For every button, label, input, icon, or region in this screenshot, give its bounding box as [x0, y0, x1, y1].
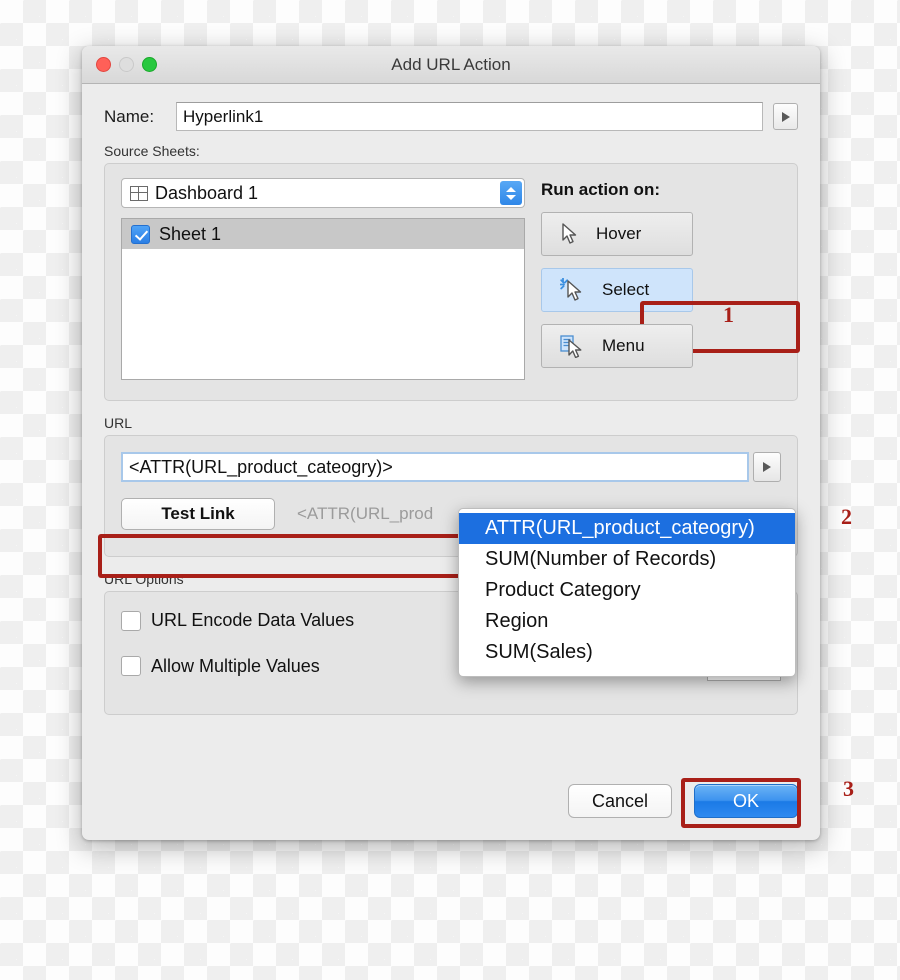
url-preview-text: <ATTR(URL_prod [297, 504, 434, 523]
annotation-number-2: 2 [841, 504, 852, 529]
url-input-row: <ATTR(URL_product_cateogry)> [121, 452, 781, 482]
source-sheets-group: Dashboard 1 Sheet 1 Run action on: Hover… [104, 163, 800, 401]
hover-button[interactable]: Hover [541, 212, 693, 256]
url-group-label: URL [104, 415, 133, 431]
traffic-lights [96, 57, 157, 72]
url-encode-label: URL Encode Data Values [151, 610, 355, 630]
dashboard-select-value: Dashboard 1 [155, 182, 259, 203]
cursor-menu-list-icon [560, 335, 582, 358]
source-sheets-left: Dashboard 1 Sheet 1 [121, 178, 525, 384]
dialog-footer: Cancel OK [568, 784, 798, 818]
menu-button-label: Menu [602, 336, 645, 355]
cursor-arrow-icon [562, 223, 577, 244]
stepper-up-down-icon[interactable] [500, 181, 522, 205]
menu-item[interactable]: SUM(Number of Records) [459, 544, 795, 575]
chevron-up-icon [506, 186, 516, 192]
source-sheets-label: Source Sheets: [104, 143, 200, 159]
allow-multiple-checkbox[interactable] [121, 656, 141, 676]
menu-item[interactable]: ATTR(URL_product_cateogry) [459, 513, 795, 544]
url-field-dropdown-menu[interactable]: ATTR(URL_product_cateogry) SUM(Number of… [458, 508, 796, 677]
menu-item[interactable]: SUM(Sales) [459, 637, 795, 668]
url-encode-checkbox[interactable] [121, 610, 141, 631]
chevron-down-icon [506, 194, 516, 200]
run-action-label: Run action on: [541, 180, 660, 199]
cursor-select-sparkle-icon [560, 278, 582, 301]
name-row: Name: Hyperlink1 [104, 102, 798, 131]
url-input[interactable]: <ATTR(URL_product_cateogry)> [121, 452, 749, 482]
ok-button[interactable]: OK [694, 784, 798, 818]
sheet-label: Sheet 1 [159, 223, 222, 244]
sheet-checkbox[interactable] [131, 224, 150, 244]
sheet-list[interactable]: Sheet 1 [121, 218, 525, 380]
name-dropdown-button[interactable] [773, 103, 798, 130]
menu-item[interactable]: Region [459, 606, 795, 637]
name-input[interactable]: Hyperlink1 [176, 102, 763, 131]
dashboard-grid-icon [130, 185, 148, 201]
cancel-button[interactable]: Cancel [568, 784, 672, 818]
close-icon[interactable] [96, 57, 111, 72]
zoom-icon[interactable] [142, 57, 157, 72]
add-url-action-dialog: Add URL Action Name: Hyperlink1 Source S… [82, 46, 820, 840]
dashboard-select[interactable]: Dashboard 1 [121, 178, 525, 208]
url-dropdown-button[interactable] [753, 452, 781, 482]
name-label: Name: [104, 106, 155, 126]
dialog-body: Name: Hyperlink1 Source Sheets: Dashboar… [82, 84, 820, 840]
menu-item[interactable]: Product Category [459, 575, 795, 606]
annotation-number-1: 1 [723, 302, 734, 327]
hover-button-label: Hover [596, 224, 642, 243]
test-link-button[interactable]: Test Link [121, 498, 275, 530]
triangle-right-icon [781, 111, 790, 122]
minimize-icon[interactable] [119, 57, 134, 72]
select-button-label: Select [602, 280, 650, 299]
allow-multiple-label: Allow Multiple Values [151, 655, 320, 676]
triangle-right-icon [763, 462, 771, 472]
window-title: Add URL Action [391, 55, 511, 74]
annotation-number-3: 3 [843, 776, 854, 801]
window-titlebar[interactable]: Add URL Action [82, 46, 820, 84]
list-item[interactable]: Sheet 1 [122, 219, 524, 249]
run-action-panel: Run action on: Hover Select Menu [541, 178, 800, 384]
select-button[interactable]: Select [541, 268, 693, 312]
menu-button[interactable]: Menu [541, 324, 693, 368]
